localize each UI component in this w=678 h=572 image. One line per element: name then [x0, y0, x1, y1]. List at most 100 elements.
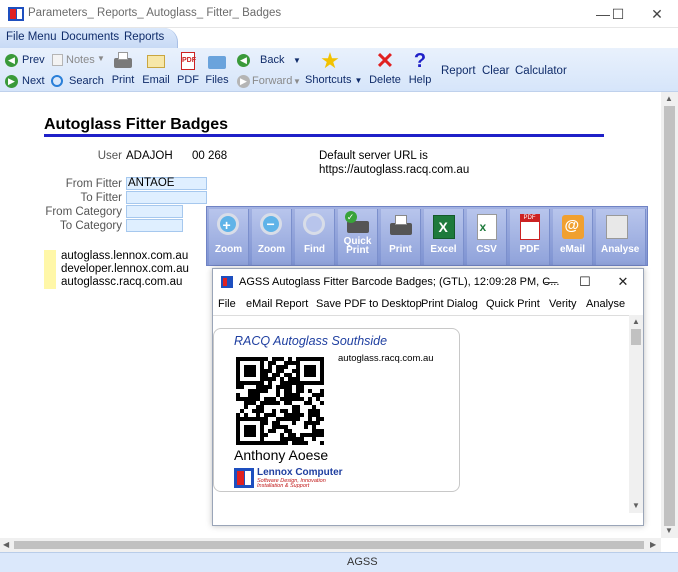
- csv-label: CSV: [476, 244, 497, 255]
- preview-menu-save-pdf[interactable]: Save PDF to Desktop: [316, 298, 422, 310]
- delete-x-icon: ✕: [375, 48, 395, 73]
- preview-page: RACQ Autoglass Southside autoglass.racq.…: [213, 315, 629, 513]
- menu-reports[interactable]: Reports: [124, 31, 164, 43]
- url-text: developer.lennox.com.au: [61, 263, 189, 275]
- files-button[interactable]: Files: [204, 50, 230, 86]
- scroll-thumb[interactable]: [14, 541, 644, 549]
- preview-menu-verity[interactable]: Verity: [549, 298, 577, 310]
- viewer-analyse-label: Analyse: [601, 244, 640, 255]
- status-text: AGSS: [347, 556, 378, 568]
- search-button[interactable]: Search: [69, 75, 104, 87]
- preview-menu-print-dialog[interactable]: Print Dialog: [421, 298, 478, 310]
- preview-maximize-button[interactable]: ☐: [573, 273, 597, 291]
- delete-button[interactable]: ✕ Delete: [369, 48, 401, 87]
- email-at-icon: @: [558, 211, 588, 245]
- scroll-up-icon[interactable]: ▲: [632, 317, 640, 326]
- printer-icon: [386, 211, 416, 245]
- from-fitter-label: From Fitter: [65, 178, 122, 190]
- clear-button[interactable]: Clear: [482, 65, 509, 77]
- scroll-thumb[interactable]: [631, 329, 641, 345]
- from-fitter-field[interactable]: ANTAOE: [126, 177, 207, 190]
- scroll-right-icon[interactable]: ▶: [650, 540, 656, 549]
- excel-button[interactable]: X Excel: [424, 209, 464, 265]
- folder-icon: [206, 50, 228, 72]
- preview-close-button[interactable]: ✕: [611, 273, 635, 291]
- notes-button[interactable]: Notes: [66, 54, 95, 66]
- scroll-down-icon[interactable]: ▼: [632, 501, 640, 510]
- forward-dropdown-icon[interactable]: ▼: [293, 77, 301, 86]
- zoom-in-button[interactable]: + Zoom: [209, 209, 249, 265]
- search-icon: [51, 75, 63, 87]
- from-category-label: From Category: [45, 206, 122, 218]
- help-label: Help: [408, 74, 432, 86]
- to-category-field[interactable]: [126, 219, 183, 232]
- analyse-icon: [602, 211, 632, 245]
- help-button[interactable]: ? Help: [407, 50, 433, 86]
- user-label: User: [97, 150, 122, 162]
- to-fitter-field[interactable]: [126, 191, 207, 204]
- prev-button[interactable]: Prev: [22, 54, 45, 66]
- calculator-button[interactable]: Calculator: [515, 65, 567, 77]
- pdf-button[interactable]: PDF PDF: [176, 50, 200, 86]
- preview-menu-quick-print[interactable]: Quick Print: [486, 298, 540, 310]
- badge-heading: RACQ Autoglass Southside: [234, 334, 388, 348]
- preview-menu-email-report[interactable]: eMail Report: [246, 298, 308, 310]
- url-text: autoglass.lennox.com.au: [61, 250, 189, 262]
- next-arrow-icon: ▶: [5, 75, 18, 88]
- find-button[interactable]: Find: [295, 209, 335, 265]
- menu-documents[interactable]: Documents: [61, 31, 119, 43]
- scroll-up-icon[interactable]: ▲: [665, 94, 673, 103]
- url-list-item[interactable]: autoglass.lennox.com.au: [44, 250, 194, 263]
- company-tagline: Installation & Support: [257, 483, 310, 489]
- to-fitter-label: To Fitter: [80, 192, 122, 204]
- url-list-item[interactable]: autoglassc.racq.com.au: [44, 276, 194, 289]
- main-horizontal-scrollbar[interactable]: ◀ ▶: [0, 538, 661, 552]
- scroll-left-icon[interactable]: ◀: [3, 540, 9, 549]
- scroll-down-icon[interactable]: ▼: [665, 526, 673, 535]
- maximize-button[interactable]: ☐: [603, 4, 633, 24]
- back-button[interactable]: Back: [260, 54, 284, 66]
- csv-button[interactable]: x CSV: [467, 209, 507, 265]
- report-viewer-toolbar: + Zoom − Zoom Find ✓ Quick Print Print X…: [206, 206, 648, 266]
- preview-menu-file[interactable]: File: [218, 298, 236, 310]
- close-button[interactable]: ✕: [642, 4, 672, 24]
- find-label: Find: [303, 244, 326, 255]
- shortcuts-button[interactable]: ★ Shortcuts ▼: [305, 50, 362, 87]
- status-bar: AGSS: [0, 552, 678, 572]
- main-vertical-scrollbar[interactable]: ▲ ▼: [661, 92, 678, 538]
- title-bar: Parameters_ Reports_ Autoglass_ Fitter_ …: [0, 0, 678, 28]
- notes-dropdown-icon[interactable]: ▼: [97, 54, 105, 63]
- scroll-thumb[interactable]: [664, 106, 675, 526]
- next-button[interactable]: Next: [22, 75, 45, 87]
- to-category-label: To Category: [59, 220, 122, 232]
- company-name: Lennox Computer: [257, 467, 343, 478]
- url-marker: [44, 263, 56, 276]
- server-url-label: Default server URL is: [319, 150, 428, 162]
- preview-minimize-button[interactable]: —: [539, 273, 563, 291]
- zoom-out-button[interactable]: − Zoom: [252, 209, 292, 265]
- pdf-icon: PDF: [177, 50, 199, 72]
- preview-vertical-scrollbar[interactable]: ▲ ▼: [629, 315, 643, 513]
- report-button[interactable]: Report: [441, 65, 476, 77]
- delete-label: Delete: [369, 74, 401, 86]
- title-underline: [44, 134, 604, 137]
- viewer-analyse-button[interactable]: Analyse: [596, 209, 646, 265]
- forward-button[interactable]: Forward: [252, 75, 292, 87]
- quick-print-button[interactable]: ✓ Quick Print: [338, 209, 378, 265]
- viewer-print-button[interactable]: Print: [381, 209, 421, 265]
- email-button[interactable]: Email: [142, 50, 170, 86]
- main-toolbar: ◀ Prev ▶ Next Notes ▼ Search Print Email…: [0, 48, 678, 92]
- viewer-pdf-button[interactable]: PDF PDF: [510, 209, 550, 265]
- printer-icon: [112, 50, 134, 72]
- quick-print-label: Quick Print: [343, 236, 372, 256]
- pdf-icon: PDF: [515, 211, 545, 245]
- url-list-item[interactable]: developer.lennox.com.au: [44, 263, 194, 276]
- menu-file[interactable]: File Menu: [6, 31, 57, 43]
- back-dropdown-icon[interactable]: ▼: [293, 56, 301, 65]
- preview-menu-analyse[interactable]: Analyse: [586, 298, 625, 310]
- viewer-email-button[interactable]: @ eMail: [553, 209, 593, 265]
- from-category-field[interactable]: [126, 205, 183, 218]
- shortcuts-dropdown-icon[interactable]: ▼: [355, 76, 363, 85]
- url-text: autoglassc.racq.com.au: [61, 276, 183, 288]
- print-button[interactable]: Print: [110, 50, 136, 86]
